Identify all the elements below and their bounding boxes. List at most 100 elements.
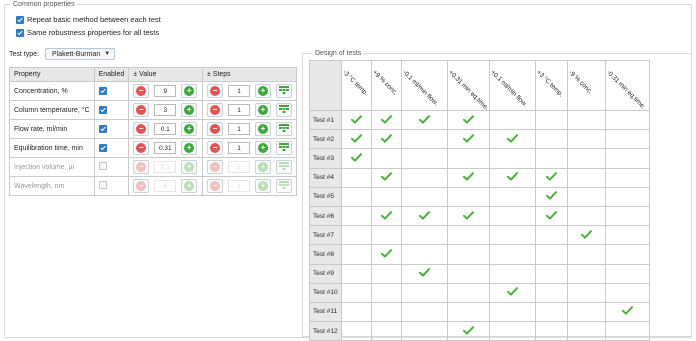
- steps-input[interactable]: 1: [228, 104, 250, 116]
- design-cell: [401, 109, 448, 131]
- value-input[interactable]: 0.31: [154, 142, 177, 154]
- design-row: Test #6: [309, 205, 650, 227]
- plus-icon: +: [258, 181, 268, 191]
- design-cell: [567, 109, 606, 131]
- plus-icon: +: [184, 162, 195, 172]
- design-column-header: -9 % conc.: [567, 60, 606, 111]
- grid-icon: [279, 180, 289, 192]
- design-cell: [401, 282, 448, 303]
- checkbox-checked-icon[interactable]: [16, 28, 24, 37]
- design-row: Test #2: [309, 129, 650, 150]
- steps-decrease-button[interactable]: −: [207, 122, 223, 136]
- value-input[interactable]: 9: [154, 85, 177, 97]
- plus-icon: +: [184, 181, 195, 191]
- design-cell: [341, 186, 372, 207]
- steps-input[interactable]: 1: [228, 142, 250, 154]
- design-row: Test #9: [309, 263, 650, 284]
- repeat-method-checkbox[interactable]: Repeat basic method between each test: [16, 15, 161, 24]
- value-increase-button[interactable]: +: [181, 160, 198, 174]
- steps-increase-button[interactable]: +: [255, 141, 271, 155]
- steps-increase-button[interactable]: +: [255, 179, 271, 193]
- enabled-cell: [93, 119, 130, 139]
- steps-increase-button[interactable]: +: [255, 103, 271, 117]
- minus-icon: −: [136, 143, 147, 153]
- value-input[interactable]: 3: [154, 104, 177, 116]
- design-cell: [605, 167, 650, 188]
- value-decrease-button[interactable]: −: [133, 122, 150, 136]
- steps-input[interactable]: 1: [228, 123, 250, 135]
- checkmark-icon: [351, 153, 362, 164]
- steps-increase-button[interactable]: +: [255, 122, 271, 136]
- design-cell: [489, 129, 536, 150]
- value-increase-button[interactable]: +: [181, 122, 198, 136]
- checkmark-icon: [463, 114, 474, 126]
- value-increase-button[interactable]: +: [181, 179, 198, 193]
- enabled-checkbox[interactable]: [98, 86, 107, 95]
- generate-grid-button[interactable]: [276, 141, 292, 155]
- design-cell: [605, 186, 650, 207]
- value-input[interactable]: 0.1: [154, 161, 177, 173]
- steps-input[interactable]: 1: [228, 85, 250, 97]
- design-cell: [535, 263, 568, 284]
- design-cell: [401, 225, 448, 246]
- design-row: Test #7: [309, 225, 650, 246]
- enabled-checkbox[interactable]: [98, 124, 107, 133]
- steps-decrease-button[interactable]: −: [207, 160, 223, 174]
- grid-icon: [279, 142, 289, 154]
- generate-grid-button[interactable]: [276, 179, 292, 193]
- value-increase-button[interactable]: +: [181, 84, 198, 98]
- steps-input[interactable]: 1: [228, 161, 250, 173]
- checkmark-icon: [351, 133, 362, 145]
- steps-increase-button[interactable]: +: [255, 160, 271, 174]
- enabled-checkbox[interactable]: [98, 105, 107, 114]
- design-table: -3 °C temp. +9 % conc. -0.1 ml/min flow. +0…: [309, 60, 650, 341]
- checkmark-icon: [546, 210, 557, 222]
- checkmark-icon: [463, 133, 474, 145]
- steps-decrease-button[interactable]: −: [207, 179, 223, 193]
- enabled-checkbox[interactable]: [98, 162, 107, 170]
- generate-grid-button[interactable]: [276, 160, 292, 174]
- value-increase-button[interactable]: +: [181, 103, 198, 117]
- value-input[interactable]: 0.1: [154, 123, 177, 135]
- test-type-select[interactable]: Plakett-Burman ▼: [44, 48, 116, 60]
- value-increase-button[interactable]: +: [181, 141, 198, 155]
- test-type-value: Plakett-Burman: [51, 50, 101, 58]
- col-enabled: Enabled: [93, 67, 130, 82]
- value-decrease-button[interactable]: −: [133, 103, 150, 117]
- design-cell: [489, 282, 536, 303]
- design-cell: [567, 167, 606, 188]
- design-cell: [401, 244, 448, 265]
- value-decrease-button[interactable]: −: [133, 179, 150, 193]
- checkmark-icon: [381, 210, 392, 222]
- generate-grid-button[interactable]: [276, 103, 292, 117]
- design-cell: [605, 263, 650, 284]
- plus-icon: +: [184, 86, 195, 96]
- checkmark-icon: [419, 210, 430, 222]
- steps-decrease-button[interactable]: −: [207, 103, 223, 117]
- steps-decrease-button[interactable]: −: [207, 84, 223, 98]
- design-column-header: +9 % conc.: [371, 60, 402, 111]
- steps-input[interactable]: 1: [228, 180, 250, 192]
- value-input[interactable]: 5: [154, 180, 177, 192]
- property-row: Flow rate, ml/min −0.1 + −1 +: [9, 119, 297, 139]
- property-name: Column temperature, °C: [9, 100, 95, 120]
- generate-grid-button[interactable]: [276, 84, 292, 98]
- design-cell: [489, 225, 536, 246]
- value-decrease-button[interactable]: −: [133, 141, 150, 155]
- steps-increase-button[interactable]: +: [255, 84, 271, 98]
- checkbox-checked-icon[interactable]: [16, 15, 24, 24]
- value-decrease-button[interactable]: −: [133, 160, 150, 174]
- steps-decrease-button[interactable]: −: [207, 141, 223, 155]
- design-cell: [401, 186, 448, 207]
- design-cell: [371, 301, 402, 323]
- design-cell: [605, 205, 650, 227]
- design-of-tests-legend: Design of tests: [312, 50, 365, 57]
- design-cell: [341, 225, 372, 246]
- value-decrease-button[interactable]: −: [133, 84, 150, 98]
- design-cell: [371, 109, 402, 131]
- enabled-checkbox[interactable]: [98, 143, 107, 152]
- enabled-cell: [93, 100, 130, 120]
- enabled-checkbox[interactable]: [98, 181, 107, 189]
- generate-grid-button[interactable]: [276, 122, 292, 136]
- same-robustness-checkbox[interactable]: Same robustness properties for all tests: [16, 28, 159, 37]
